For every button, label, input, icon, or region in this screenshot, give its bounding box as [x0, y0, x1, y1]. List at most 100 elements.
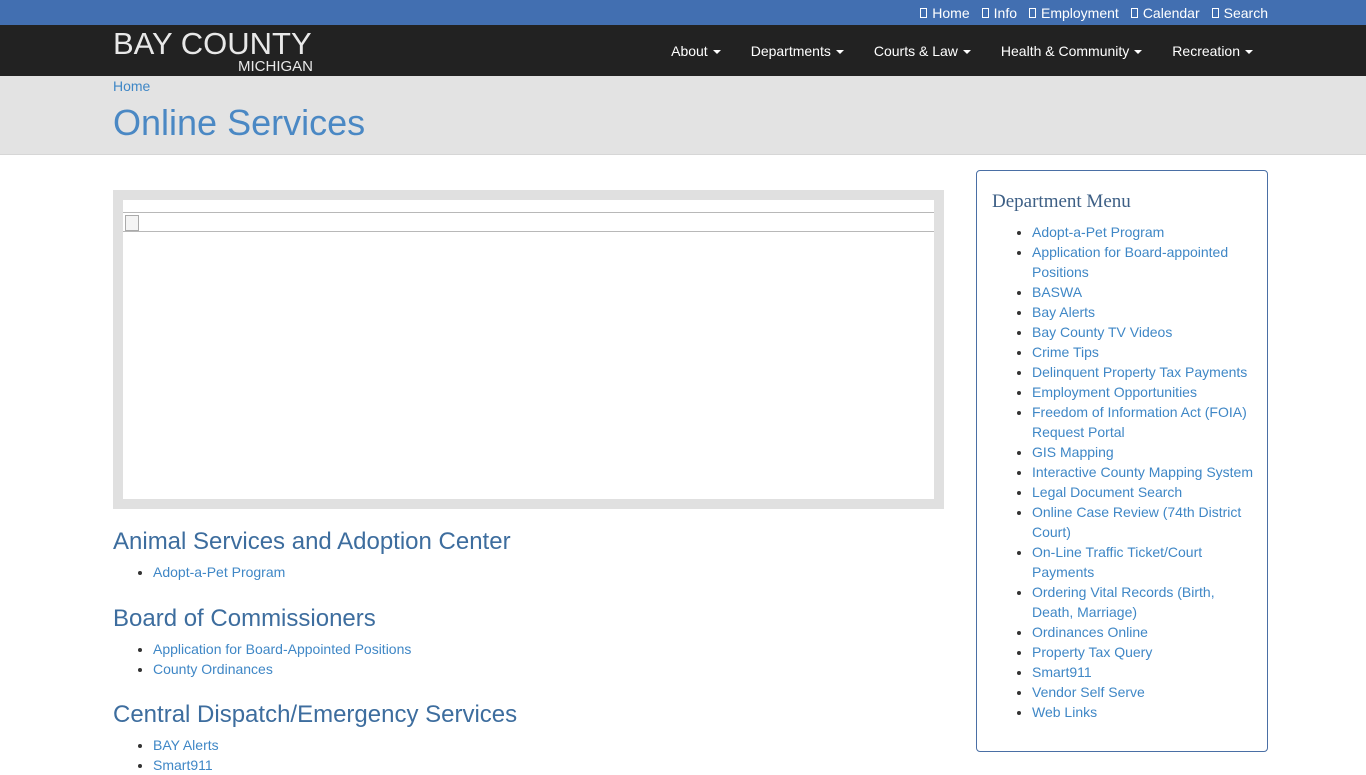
- list-item: Crime Tips: [1032, 342, 1254, 362]
- utility-link-label: Employment: [1041, 4, 1119, 21]
- calendar-icon: [1130, 7, 1138, 18]
- list-item: Vendor Self Serve: [1032, 682, 1254, 702]
- department-menu-link[interactable]: Employment Opportunities: [1032, 384, 1197, 400]
- department-menu-link[interactable]: Legal Document Search: [1032, 484, 1182, 500]
- department-menu-link[interactable]: Delinquent Property Tax Payments: [1032, 364, 1247, 380]
- utility-link-info[interactable]: Info: [981, 4, 1017, 21]
- list-item: Ordinances Online: [1032, 622, 1254, 642]
- caret-down-icon: [962, 49, 971, 54]
- list-item: Online Case Review (74th District Court): [1032, 502, 1254, 542]
- section-animal-services: Animal Services and Adoption Center Adop…: [113, 528, 944, 582]
- nav-courts-law[interactable]: Courts & Law: [859, 43, 986, 59]
- nav-departments[interactable]: Departments: [736, 43, 859, 59]
- list-item: Application for Board-Appointed Position…: [153, 639, 944, 659]
- list-item: Freedom of Information Act (FOIA) Reques…: [1032, 402, 1254, 442]
- list-item: GIS Mapping: [1032, 442, 1254, 462]
- nav-about[interactable]: About: [656, 43, 736, 59]
- section-board-of-commissioners: Board of Commissioners Application for B…: [113, 605, 944, 679]
- home-icon: [920, 7, 928, 18]
- department-menu-link[interactable]: Property Tax Query: [1032, 644, 1152, 660]
- list-item: Application for Board-appointed Position…: [1032, 242, 1254, 282]
- department-menu-link[interactable]: GIS Mapping: [1032, 444, 1114, 460]
- department-menu-link[interactable]: Smart911: [1032, 664, 1092, 680]
- department-menu-link[interactable]: Crime Tips: [1032, 344, 1099, 360]
- utility-link-calendar[interactable]: Calendar: [1130, 4, 1200, 21]
- broken-image-icon: [125, 215, 139, 231]
- section-heading: Animal Services and Adoption Center: [113, 528, 511, 555]
- list-item: Delinquent Property Tax Payments: [1032, 362, 1254, 382]
- list-item: Legal Document Search: [1032, 482, 1254, 502]
- department-menu-link[interactable]: Freedom of Information Act (FOIA) Reques…: [1032, 404, 1247, 440]
- department-menu-link[interactable]: Online Case Review (74th District Court): [1032, 504, 1241, 540]
- section-heading: Central Dispatch/Emergency Services: [113, 701, 518, 728]
- search-icon: [1211, 7, 1219, 18]
- utility-link-label: Search: [1223, 4, 1268, 21]
- caret-down-icon: [712, 49, 721, 54]
- department-menu-link[interactable]: On-Line Traffic Ticket/Court Payments: [1032, 544, 1202, 580]
- info-icon: [981, 7, 989, 18]
- section-link-list: BAY Alerts Smart911: [113, 735, 944, 775]
- breadcrumb: Home: [113, 78, 150, 94]
- section-link[interactable]: BAY Alerts: [153, 737, 219, 753]
- department-menu-link[interactable]: Interactive County Mapping System: [1032, 464, 1253, 480]
- nav-label: Courts & Law: [873, 42, 958, 59]
- list-item: Bay Alerts: [1032, 302, 1254, 322]
- list-item: On-Line Traffic Ticket/Court Payments: [1032, 542, 1254, 582]
- section-link-list: Application for Board-Appointed Position…: [113, 639, 944, 679]
- list-item: Bay County TV Videos: [1032, 322, 1254, 342]
- list-item: Web Links: [1032, 702, 1254, 722]
- section-heading: Board of Commissioners: [113, 605, 376, 632]
- department-menu-link[interactable]: Bay County TV Videos: [1032, 324, 1172, 340]
- caret-down-icon: [835, 49, 844, 54]
- list-item: BASWA: [1032, 282, 1254, 302]
- department-menu-link[interactable]: Ordering Vital Records (Birth, Death, Ma…: [1032, 584, 1215, 620]
- utility-bar: Home Info Employment Calendar Search: [0, 0, 1366, 25]
- main-menu: About Departments Courts & Law Health & …: [656, 25, 1268, 76]
- department-menu-link[interactable]: Vendor Self Serve: [1032, 684, 1145, 700]
- logo-county-name: BAY COUNTY: [113, 26, 312, 61]
- nav-label: Health & Community: [1000, 42, 1130, 59]
- nav-label: About: [671, 42, 708, 59]
- list-item: Adopt-a-Pet Program: [1032, 222, 1254, 242]
- department-menu-link[interactable]: Application for Board-appointed Position…: [1032, 244, 1228, 280]
- utility-link-employment[interactable]: Employment: [1029, 5, 1119, 21]
- banner-image-area: [123, 200, 934, 499]
- nav-label: Recreation: [1172, 42, 1240, 59]
- nav-recreation[interactable]: Recreation: [1157, 43, 1268, 59]
- section-central-dispatch: Central Dispatch/Emergency Services BAY …: [113, 701, 944, 775]
- utility-link-label: Calendar: [1142, 4, 1200, 21]
- list-item: Adopt-a-Pet Program: [153, 562, 944, 582]
- section-link[interactable]: Application for Board-Appointed Position…: [153, 641, 411, 657]
- department-menu-link[interactable]: Bay Alerts: [1032, 304, 1095, 320]
- list-item: Smart911: [1032, 662, 1254, 682]
- caret-down-icon: [1134, 49, 1143, 54]
- broken-image: [123, 212, 934, 232]
- logo-state-name: MICHIGAN: [238, 58, 313, 75]
- list-item: County Ordinances: [153, 659, 944, 679]
- nav-health-community[interactable]: Health & Community: [986, 43, 1157, 59]
- site-logo[interactable]: BAY COUNTY MICHIGAN: [113, 25, 323, 76]
- list-item: Interactive County Mapping System: [1032, 462, 1254, 482]
- breadcrumb-home-link[interactable]: Home: [113, 78, 150, 94]
- page-header: Home Online Services: [0, 76, 1366, 155]
- utility-link-search[interactable]: Search: [1211, 4, 1268, 21]
- section-link[interactable]: County Ordinances: [153, 661, 273, 677]
- list-item: BAY Alerts: [153, 735, 944, 755]
- briefcase-icon: [1029, 7, 1036, 18]
- list-item: Employment Opportunities: [1032, 382, 1254, 402]
- department-menu-link[interactable]: Web Links: [1032, 704, 1097, 720]
- utility-link-home[interactable]: Home: [920, 5, 970, 21]
- section-link[interactable]: Adopt-a-Pet Program: [153, 564, 285, 580]
- caret-down-icon: [1245, 49, 1253, 54]
- department-menu-list: Adopt-a-Pet Program Application for Boar…: [992, 222, 1254, 722]
- nav-label: Departments: [750, 42, 831, 59]
- department-menu-link[interactable]: Adopt-a-Pet Program: [1032, 224, 1164, 240]
- utility-link-label: Info: [993, 4, 1017, 21]
- list-item: Ordering Vital Records (Birth, Death, Ma…: [1032, 582, 1254, 622]
- section-link[interactable]: Smart911: [153, 757, 213, 773]
- department-menu-title: Department Menu: [992, 191, 1131, 212]
- list-item: Smart911: [153, 755, 944, 775]
- department-menu-link[interactable]: BASWA: [1032, 284, 1082, 300]
- department-menu: Department Menu Adopt-a-Pet Program Appl…: [976, 170, 1268, 752]
- department-menu-link[interactable]: Ordinances Online: [1032, 624, 1148, 640]
